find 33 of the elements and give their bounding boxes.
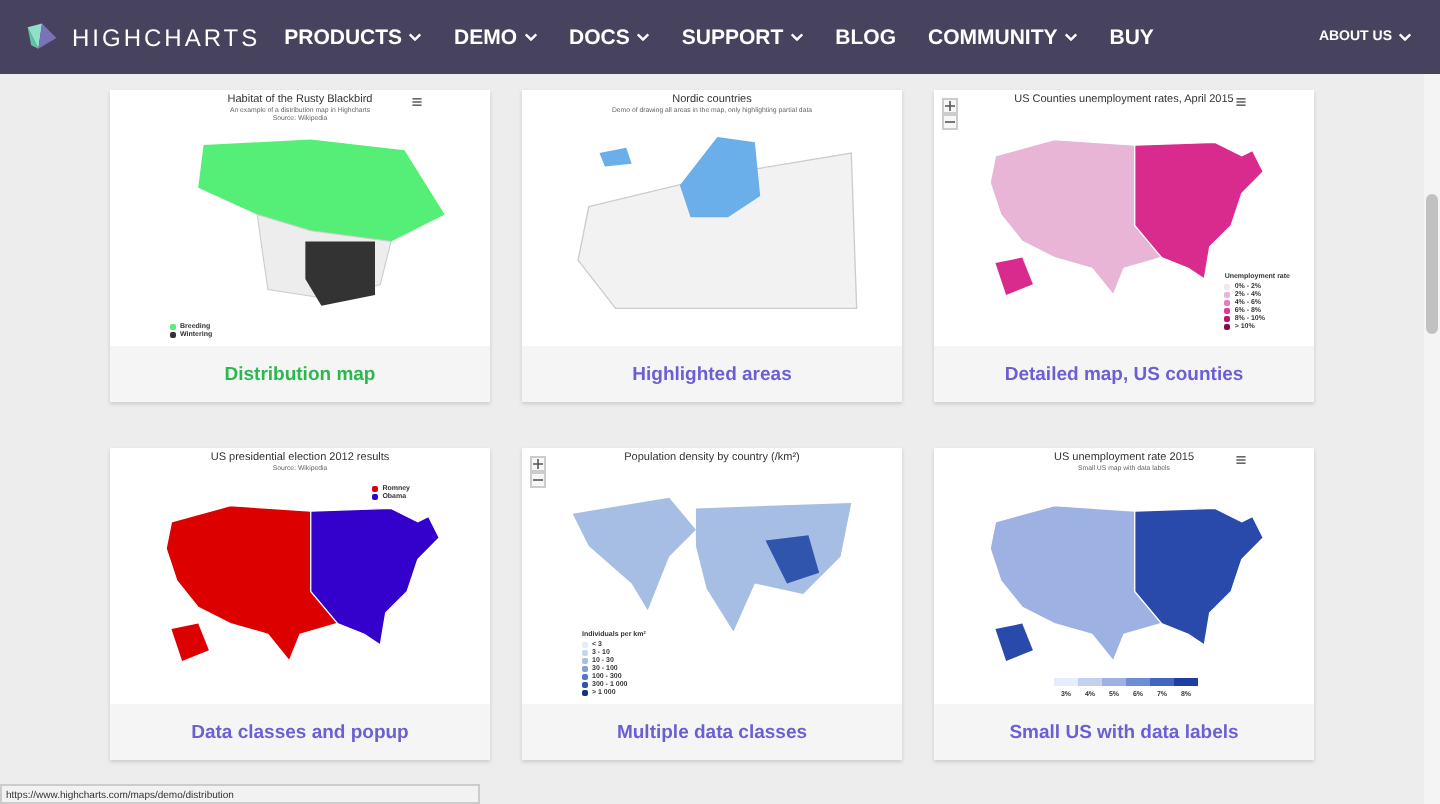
scrollbar-thumb[interactable] <box>1426 194 1438 334</box>
zoom-in-button[interactable] <box>942 98 958 114</box>
menu-icon[interactable] <box>1236 98 1246 106</box>
nav-menu-item[interactable]: DEMO <box>454 25 538 49</box>
zoom-out-button[interactable] <box>942 114 958 130</box>
plus-icon <box>944 100 956 112</box>
caret-icon <box>789 32 804 42</box>
nav-menu-item[interactable]: BUY <box>1109 25 1154 49</box>
nav-menu-item[interactable]: PRODUCTS <box>284 25 423 49</box>
nav-menu-item[interactable]: COMMUNITY <box>928 25 1078 49</box>
caret-icon <box>523 32 538 42</box>
zoom-out-button[interactable] <box>530 472 546 488</box>
menu-icon[interactable] <box>412 98 422 106</box>
nav-menu-item[interactable]: DOCS <box>569 25 650 49</box>
nav-menu-item[interactable]: SUPPORT <box>681 25 804 49</box>
card-link[interactable]: Multiple data classes <box>522 704 902 760</box>
minus-icon <box>944 116 956 128</box>
scrollbar[interactable] <box>1424 74 1440 804</box>
zoom-in-button[interactable] <box>530 456 546 472</box>
card-link[interactable]: Detailed map, US counties <box>934 346 1314 402</box>
caret-icon <box>1398 32 1412 42</box>
plus-icon <box>532 458 544 470</box>
card-link[interactable]: Data classes and popup <box>110 704 490 760</box>
minus-icon <box>532 474 544 486</box>
caret-icon <box>1063 32 1078 42</box>
caret-icon <box>635 32 650 42</box>
logo-icon[interactable] <box>24 19 60 55</box>
caret-icon <box>408 32 423 42</box>
card-link[interactable]: Small US with data labels <box>934 704 1314 760</box>
brand-name[interactable]: HIGHCHARTS <box>72 23 261 51</box>
menu-icon[interactable] <box>1236 456 1246 464</box>
nav-menu-item[interactable]: BLOG <box>835 25 896 49</box>
card-link[interactable]: Highlighted areas <box>522 346 902 402</box>
